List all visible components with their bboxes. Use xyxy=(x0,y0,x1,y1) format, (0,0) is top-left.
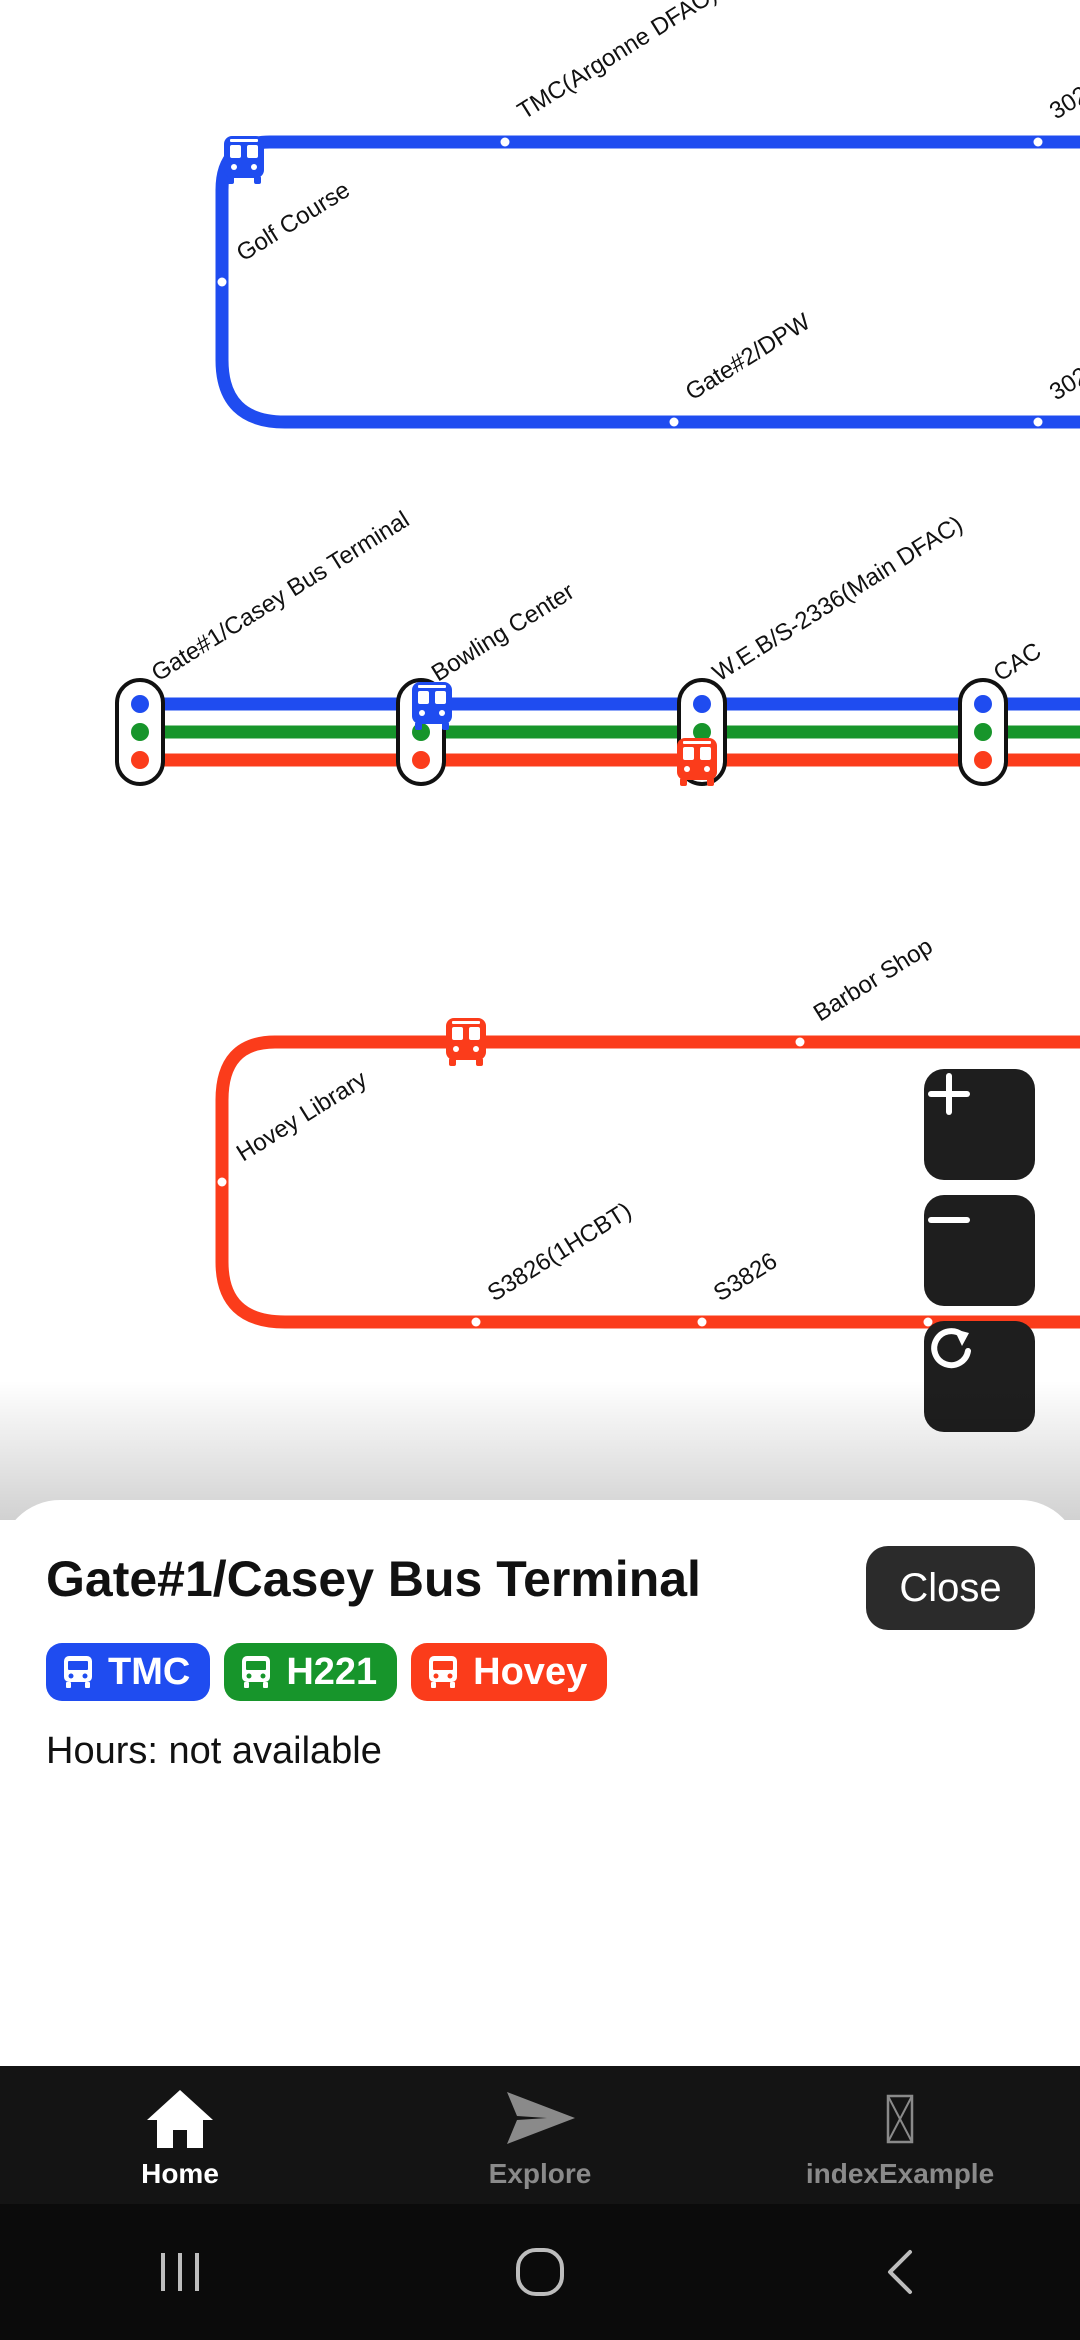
missing-glyph-icon xyxy=(886,2094,914,2144)
bus-marker-tmc-trunk[interactable] xyxy=(412,682,452,730)
recent-apps-icon xyxy=(161,2253,199,2291)
bus-icon xyxy=(64,1656,92,1688)
close-button[interactable]: Close xyxy=(866,1546,1035,1630)
stop-label-barbor-shop[interactable]: Barbor Shop xyxy=(809,933,938,1027)
bottom-sheet-shadow xyxy=(0,1380,1080,1520)
route-chip-hovey[interactable]: Hovey xyxy=(411,1643,608,1701)
route-chip-tmc[interactable]: TMC xyxy=(46,1643,211,1701)
send-icon xyxy=(507,2092,575,2144)
route-chip-label: TMC xyxy=(108,1650,191,1693)
recent-apps-button[interactable] xyxy=(120,2232,240,2312)
stop-label-gate2-dpw[interactable]: Gate#2/DPW xyxy=(681,308,816,406)
home-icon xyxy=(147,2090,213,2148)
tmc-route-loop xyxy=(215,135,1080,429)
minus-icon xyxy=(928,1217,970,1223)
stop-label-hovey-library[interactable]: Hovey Library xyxy=(232,1066,372,1167)
stop-label-web-s2336[interactable]: W.E.B/S-2336(Main DFAC) xyxy=(708,511,968,687)
bus-icon xyxy=(429,1656,458,1688)
stop-detail-sheet: Gate#1/Casey Bus Terminal Close TMC H221 xyxy=(0,1500,1080,2066)
bus-marker-tmc-loop[interactable] xyxy=(224,136,264,184)
bus-icon xyxy=(242,1656,271,1688)
stop-title: Gate#1/Casey Bus Terminal xyxy=(46,1551,701,1607)
back-nav-button[interactable] xyxy=(840,2232,960,2312)
stop-label-302-top[interactable]: 302 xyxy=(1045,81,1080,125)
stop-label-tmc-argonne[interactable]: TMC(Argonne DFAC) xyxy=(513,0,722,125)
refresh-icon xyxy=(931,1328,971,1369)
route-chip-h221[interactable]: H221 xyxy=(224,1643,398,1701)
tab-label-home: Home xyxy=(141,2158,219,2189)
transit-map[interactable]: TMC(Argonne DFAC) 302 Golf Course Gate#2… xyxy=(0,0,1080,1500)
stop-label-s3826-1hcbt[interactable]: S3826(1HCBT) xyxy=(483,1197,636,1307)
home-circle-icon xyxy=(516,2248,564,2296)
bottom-tab-bar: Home Explore indexExample xyxy=(0,2066,1080,2204)
tab-label-explore: Explore xyxy=(488,2158,592,2189)
stop-capsule-gate1-casey[interactable] xyxy=(115,678,165,786)
plus-icon xyxy=(928,1073,970,1115)
route-chip-label: Hovey xyxy=(473,1650,588,1693)
hovey-loop-stop-dots xyxy=(217,1037,933,1327)
stop-hours: Hours: not available xyxy=(46,1730,382,1772)
bus-marker-hovey-loop[interactable] xyxy=(446,1018,486,1066)
system-navigation-bar xyxy=(0,2204,1080,2340)
zoom-out-button[interactable] xyxy=(924,1195,1035,1306)
route-chips: TMC H221 Hovey xyxy=(46,1643,608,1701)
tab-home[interactable]: Home xyxy=(0,2066,360,2204)
route-map-canvas[interactable]: TMC(Argonne DFAC) 302 Golf Course Gate#2… xyxy=(0,0,1080,1500)
route-chip-label: H221 xyxy=(286,1650,378,1693)
tab-index-example[interactable]: indexExample xyxy=(720,2066,1080,2204)
stop-label-s3826[interactable]: S3826 xyxy=(709,1247,782,1307)
stop-label-golf-course[interactable]: Golf Course xyxy=(232,176,355,267)
back-chevron-icon xyxy=(888,2250,912,2294)
home-nav-button[interactable] xyxy=(480,2232,600,2312)
stop-label-gate1-casey[interactable]: Gate#1/Casey Bus Terminal xyxy=(147,506,414,687)
stop-label-cac[interactable]: CAC xyxy=(989,637,1046,687)
tab-label-index-example: indexExample xyxy=(805,2158,995,2189)
stop-label-302-bottom[interactable]: 302 xyxy=(1045,362,1080,406)
stop-label-bowling-center[interactable]: Bowling Center xyxy=(427,578,579,687)
tab-explore[interactable]: Explore xyxy=(360,2066,720,2204)
zoom-in-button[interactable] xyxy=(924,1069,1035,1180)
stop-capsule-cac[interactable] xyxy=(958,678,1008,786)
bus-marker-hovey-trunk[interactable] xyxy=(677,738,717,786)
